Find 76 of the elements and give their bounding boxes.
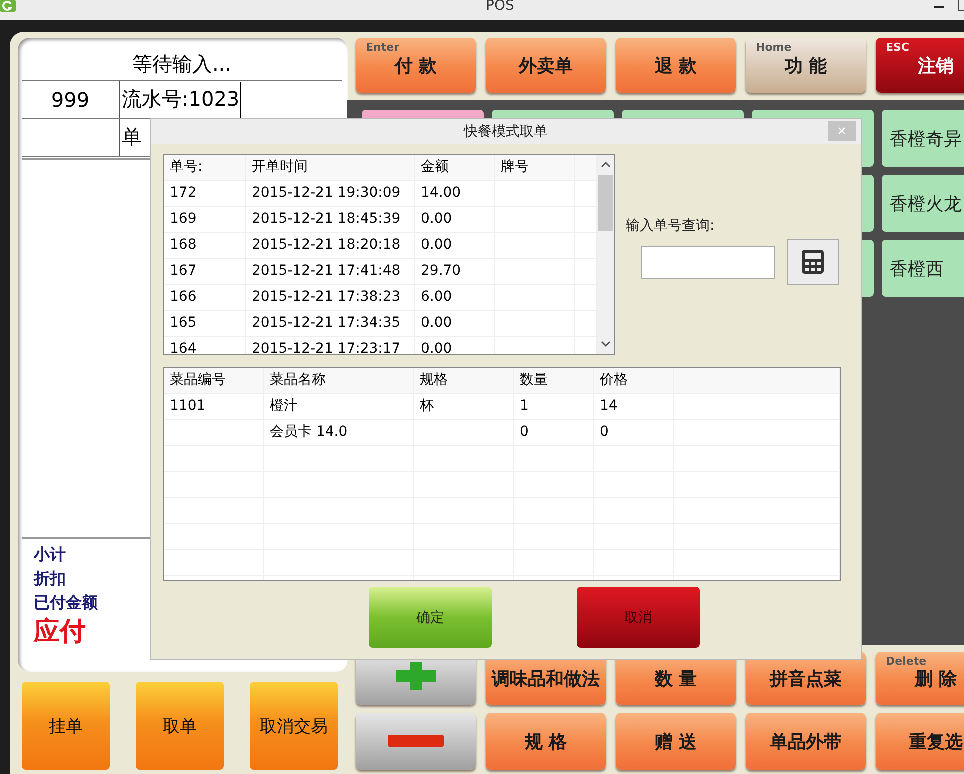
- order-action-button[interactable]: 挂单: [22, 682, 110, 770]
- search-label: 输入单号查询:: [626, 217, 716, 235]
- column-header[interactable]: 数量: [514, 368, 594, 393]
- column-header[interactable]: 菜品编号: [164, 368, 264, 393]
- confirm-button[interactable]: 确定: [369, 587, 492, 648]
- action-button[interactable]: ESC 注销: [876, 38, 964, 93]
- table-cell: 166: [164, 285, 246, 310]
- action-button[interactable]: 赠 送: [616, 713, 736, 770]
- order-action-button[interactable]: 取单: [136, 682, 224, 770]
- table-cell: 2015-12-21 17:23:17: [246, 337, 415, 354]
- column-header[interactable]: 单号:: [164, 155, 246, 180]
- action-button[interactable]: 规 格: [486, 713, 606, 770]
- minus-icon: [388, 735, 444, 747]
- text-cursor: [240, 82, 241, 118]
- column-header[interactable]: 开单时间: [246, 155, 415, 180]
- table-cell: 165: [164, 311, 246, 336]
- table-cell: 0.00: [415, 337, 495, 354]
- table-cell: 2015-12-21 17:38:23: [246, 285, 415, 310]
- table-cell: 14: [594, 394, 674, 419]
- column-header[interactable]: 牌号: [495, 155, 575, 180]
- table-cell: 6.00: [415, 285, 495, 310]
- table-cell: 0: [594, 420, 674, 445]
- table-cell: 172: [164, 181, 246, 206]
- table-cell: 169: [164, 207, 246, 232]
- column-header[interactable]: 菜品名称: [264, 368, 414, 393]
- column-header[interactable]: 金额: [415, 155, 495, 180]
- product-tile[interactable]: 香橙奇异: [882, 110, 964, 167]
- table-cell: 0.00: [415, 207, 495, 232]
- action-button[interactable]: 单品外带: [746, 713, 866, 770]
- action-button[interactable]: Home 功 能: [746, 38, 866, 93]
- calculator-button[interactable]: [787, 239, 839, 285]
- action-button[interactable]: 重复选: [876, 713, 964, 770]
- summary-label: 应付: [34, 616, 87, 649]
- scroll-down-icon[interactable]: [600, 340, 610, 348]
- product-tile[interactable]: 香橙火龙: [882, 175, 964, 232]
- order-number-label: 单: [122, 124, 142, 151]
- table-cell: 橙汁: [264, 394, 414, 419]
- subtract-button[interactable]: [356, 713, 476, 770]
- table-cell: 29.70: [415, 259, 495, 284]
- status-text: 等待输入...: [22, 48, 342, 81]
- plus-icon: [396, 662, 436, 690]
- app-icon: [0, 0, 16, 12]
- column-header[interactable]: 价格: [594, 368, 674, 393]
- summary-label: 已付金额: [34, 592, 99, 614]
- table-cell: 1: [514, 394, 594, 419]
- action-button[interactable]: Enter 付 款: [356, 38, 476, 93]
- table-cell: 168: [164, 233, 246, 258]
- table-cell: 2015-12-21 17:34:35: [246, 311, 415, 336]
- table-cell: 杯: [414, 394, 514, 419]
- table-cell: 14.00: [415, 181, 495, 206]
- order-number-field[interactable]: [641, 246, 775, 278]
- calculator-icon: [802, 250, 824, 274]
- table-cell: 0.00: [415, 233, 495, 258]
- column-header[interactable]: 规格: [414, 368, 514, 393]
- product-tile[interactable]: 香橙西: [882, 240, 964, 297]
- table-cell: 2015-12-21 18:20:18: [246, 233, 415, 258]
- action-button[interactable]: Delete 删 除: [876, 652, 964, 705]
- table-cell: 2015-12-21 18:45:39: [246, 207, 415, 232]
- scroll-up-icon[interactable]: [600, 161, 610, 169]
- terminal-number: 999: [22, 81, 120, 118]
- action-button[interactable]: 退 款: [616, 38, 736, 93]
- summary-label: 折扣: [34, 568, 67, 590]
- table-cell: 2015-12-21 19:30:09: [246, 181, 415, 206]
- table-cell: 2015-12-21 17:41:48: [246, 259, 415, 284]
- order-action-button[interactable]: 取消交易: [250, 682, 338, 770]
- table-cell: 1101: [164, 394, 264, 419]
- table-cell: 167: [164, 259, 246, 284]
- table-cell: 0: [514, 420, 594, 445]
- serial-number: 流水号:1023: [122, 86, 240, 113]
- scrollbar-thumb[interactable]: [598, 175, 613, 231]
- action-button[interactable]: 外卖单: [486, 38, 606, 93]
- table-cell: 0.00: [415, 311, 495, 336]
- summary-label: 小计: [34, 544, 67, 566]
- table-cell: 164: [164, 337, 246, 354]
- table-cell: 会员卡 14.0: [264, 420, 414, 445]
- dialog-title: 快餐模式取单: [464, 122, 548, 140]
